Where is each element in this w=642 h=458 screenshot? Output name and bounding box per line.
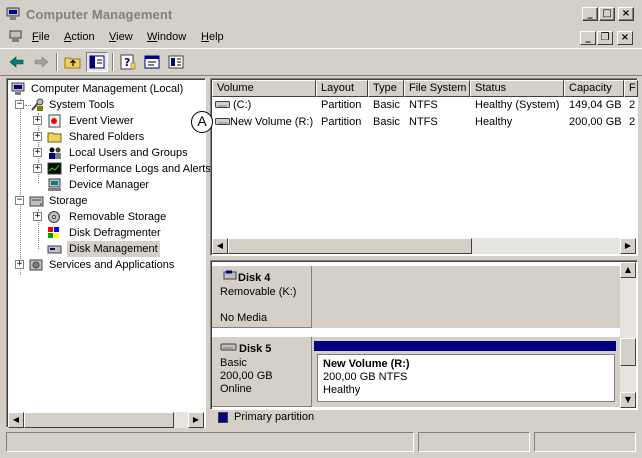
table-row[interactable]: (C:) Partition Basic NTFS Healthy (Syste… <box>211 97 637 114</box>
disk-management-icon <box>47 245 62 254</box>
scroll-thumb[interactable] <box>24 412 174 428</box>
folder-icon <box>47 132 62 143</box>
menu-view[interactable]: View <box>109 31 133 43</box>
properties-button[interactable] <box>141 52 163 72</box>
menu-file[interactable]: File <box>32 31 50 43</box>
scroll-right-button[interactable]: ▶ <box>188 412 204 428</box>
export-list-button[interactable] <box>165 52 187 72</box>
up-one-level-button[interactable] <box>62 52 84 72</box>
volume-list-pane[interactable]: Volume Layout Type File System Status Ca… <box>210 78 638 256</box>
drive-icon <box>215 101 230 108</box>
scroll-thumb[interactable] <box>228 238 472 254</box>
export-list-icon <box>168 55 184 69</box>
partition-new-volume-r[interactable]: New Volume (R:) 200,00 GB NTFS Healthy <box>317 354 615 402</box>
mdi-close-button[interactable]: × <box>617 31 633 45</box>
scroll-up-button[interactable]: ▲ <box>620 262 636 278</box>
maximize-button[interactable]: □ <box>599 7 615 21</box>
expand-toggle[interactable]: + <box>33 148 42 157</box>
menu-window[interactable]: Window <box>147 31 186 43</box>
mdi-minimize-button[interactable]: _ <box>580 31 596 45</box>
column-header-layout[interactable]: Layout <box>316 80 368 97</box>
column-header-capacity[interactable]: Capacity <box>564 80 624 97</box>
table-row[interactable]: New Volume (R:) Partition Basic NTFS Hea… <box>211 114 637 131</box>
expand-toggle[interactable]: + <box>33 132 42 141</box>
collapse-toggle[interactable]: − <box>15 196 24 205</box>
minimize-button[interactable]: _ <box>582 7 598 21</box>
column-header-file-system[interactable]: File System <box>404 80 470 97</box>
services-icon <box>29 259 43 271</box>
disk-4-empty-area <box>312 266 621 328</box>
column-header-free[interactable]: F <box>624 80 638 97</box>
status-bar-section <box>418 432 530 452</box>
column-header-volume[interactable]: Volume <box>212 80 316 97</box>
graphical-disk-pane[interactable]: Disk 4 Removable (K:) No Media Disk 5 Ba… <box>210 260 638 410</box>
disk-5-label[interactable]: Disk 5 Basic 200,00 GB Online <box>212 337 312 407</box>
performance-icon <box>47 162 62 175</box>
svg-text:?: ? <box>124 56 130 69</box>
help-icon: ? <box>120 54 136 70</box>
device-manager-icon <box>48 178 61 191</box>
storage-icon <box>29 196 44 207</box>
callout-marker: A <box>191 111 213 133</box>
forward-button[interactable] <box>30 52 52 72</box>
event-viewer-icon <box>48 114 61 128</box>
toolbar-separator <box>112 53 114 71</box>
disk-pane-vertical-scrollbar[interactable]: ▲ ▼ <box>620 262 636 408</box>
console-tree-icon <box>89 55 105 69</box>
folder-up-icon <box>64 57 81 69</box>
title-bar[interactable]: Computer Management _ □ × <box>0 0 642 28</box>
back-button[interactable] <box>6 52 28 72</box>
tree-horizontal-scrollbar[interactable]: ◀ ▶ <box>8 412 204 428</box>
tools-icon <box>31 98 44 111</box>
expand-toggle[interactable]: + <box>33 164 42 173</box>
status-bar-section <box>534 432 636 452</box>
drive-icon <box>215 118 230 125</box>
status-bar-section <box>6 432 414 452</box>
scroll-left-button[interactable]: ◀ <box>8 412 24 428</box>
toolbar: ? <box>0 48 642 76</box>
defragmenter-icon <box>48 227 59 238</box>
menu-action[interactable]: Action <box>64 31 95 43</box>
computer-management-icon <box>6 7 20 20</box>
expand-toggle[interactable]: + <box>33 116 42 125</box>
show-hide-console-tree-button[interactable] <box>86 52 108 72</box>
back-arrow-icon <box>9 56 24 68</box>
toolbar-separator <box>56 53 58 71</box>
expand-toggle[interactable]: + <box>33 212 42 221</box>
primary-partition-bar <box>314 341 616 351</box>
properties-icon <box>144 55 160 69</box>
expand-toggle[interactable]: + <box>15 260 24 269</box>
scroll-thumb[interactable] <box>620 338 636 366</box>
basic-disk-icon <box>220 343 237 351</box>
forward-arrow-icon <box>34 56 49 68</box>
console-tree-pane[interactable]: Computer Management (Local) − System Too… <box>6 78 211 428</box>
menu-bar: File Action View Window Help _ ❐ × <box>0 28 642 48</box>
window-title: Computer Management <box>26 7 173 22</box>
mdi-restore-button[interactable]: ❐ <box>597 31 613 45</box>
collapse-toggle[interactable]: − <box>15 100 24 109</box>
console-icon[interactable] <box>9 30 23 43</box>
help-button[interactable]: ? <box>117 52 139 72</box>
menu-help[interactable]: Help <box>201 31 224 43</box>
close-button[interactable]: × <box>618 7 634 21</box>
column-header-status[interactable]: Status <box>470 80 564 97</box>
scroll-left-button[interactable]: ◀ <box>212 238 228 254</box>
partition-legend: Primary partition <box>210 409 640 427</box>
computer-icon <box>11 82 25 95</box>
primary-partition-swatch <box>218 412 228 423</box>
scroll-right-button[interactable]: ▶ <box>620 238 636 254</box>
disk-4-label[interactable]: Disk 4 Removable (K:) No Media <box>212 266 312 328</box>
volume-list-horizontal-scrollbar[interactable]: ◀ ▶ <box>212 238 636 254</box>
users-icon <box>49 147 61 159</box>
scroll-down-button[interactable]: ▼ <box>620 392 636 408</box>
column-header-type[interactable]: Type <box>368 80 404 97</box>
removable-storage-icon <box>48 211 60 223</box>
